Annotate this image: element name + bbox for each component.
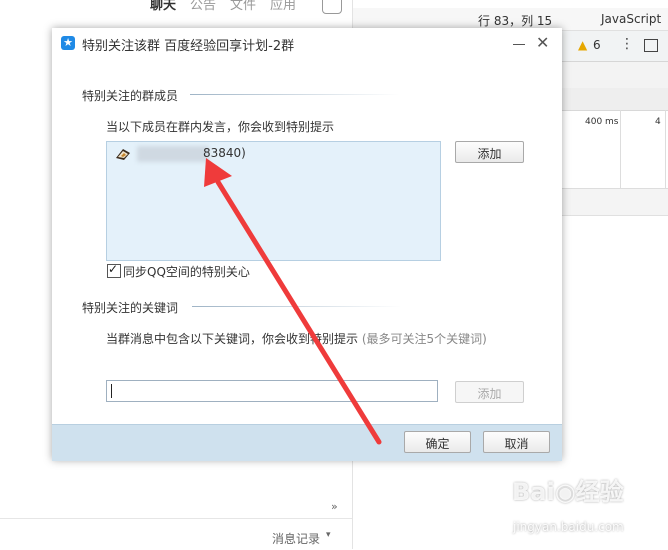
baidu-watermark: Bai◉经验 <box>512 478 624 506</box>
members-hint: 当以下成员在群内发言，你会收到特别提示 <box>106 120 335 134</box>
message-history-link[interactable]: 消息记录 <box>272 530 320 547</box>
tab-apps[interactable]: 应用 <box>270 0 296 14</box>
tab-chat[interactable]: 聊天 <box>150 0 176 14</box>
text-cursor <box>111 384 112 398</box>
add-keyword-button[interactable]: 添加 <box>455 381 524 403</box>
section-divider <box>190 94 400 95</box>
sync-qzone-checkbox[interactable]: ✓ <box>107 262 121 278</box>
dialog-title: 特别关注该群 百度经验回享计划-2群 <box>82 39 295 54</box>
close-icon[interactable]: ✕ <box>536 35 549 51</box>
avatar <box>115 147 131 161</box>
column-divider <box>620 110 621 188</box>
app-logo-icon: ★ <box>61 36 75 50</box>
column-divider <box>665 110 666 188</box>
more-menu-icon[interactable]: ⋮ <box>620 36 634 52</box>
member-qq-number[interactable]: 83840) <box>203 146 246 160</box>
tab-announcement[interactable]: 公告 <box>190 0 216 14</box>
timing-value: 400 ms <box>585 117 619 127</box>
ok-button[interactable]: 确定 <box>404 431 471 453</box>
member-name-redacted <box>137 146 209 162</box>
members-section-heading: 特别关注的群成员 <box>82 89 179 103</box>
tab-files[interactable]: 文件 <box>230 0 256 14</box>
cursor-position: 行 83，列 15 <box>478 14 553 28</box>
sync-qzone-label[interactable]: 同步QQ空间的特别关心 <box>123 263 250 280</box>
dialog-footer: 确定 取消 <box>52 424 562 461</box>
check-icon: ✓ <box>108 262 119 276</box>
keywords-hint: 当群消息中包含以下关键词，你会收到特别提示 (最多可关注5个关键词) <box>106 332 487 346</box>
cancel-button[interactable]: 取消 <box>483 431 550 453</box>
timing-value-cut: 4 <box>655 117 661 127</box>
chat-tabs: 聊天 公告 文件 应用 <box>150 0 296 14</box>
keywords-limit-note: (最多可关注5个关键词) <box>361 332 487 346</box>
minimize-icon[interactable] <box>512 37 526 51</box>
dialog-titlebar[interactable]: ★ 特别关注该群 百度经验回享计划-2群 ✕ <box>52 28 562 59</box>
dock-icon[interactable] <box>644 39 658 52</box>
watermark-url: jingyan.baidu.com <box>513 520 624 534</box>
special-attention-dialog: ★ 特别关注该群 百度经验回享计划-2群 ✕ 特别关注的群成员 当以下成员在群内… <box>52 28 562 461</box>
member-list[interactable]: 83840) <box>106 141 441 261</box>
chevron-down-icon[interactable]: ▾ <box>326 530 331 540</box>
keyword-input[interactable] <box>106 380 438 402</box>
warning-count[interactable]: 6 <box>593 38 601 52</box>
chat-footer: 消息记录 ▾ <box>0 518 352 550</box>
collapse-icon[interactable]: » <box>331 500 338 513</box>
warning-icon[interactable]: ▲ <box>578 38 587 52</box>
language-mode[interactable]: JavaScript <box>601 12 661 26</box>
section-divider <box>192 306 402 307</box>
settings-icon[interactable] <box>322 0 342 14</box>
add-member-button[interactable]: 添加 <box>455 141 524 163</box>
keywords-section-heading: 特别关注的关键词 <box>82 301 179 315</box>
